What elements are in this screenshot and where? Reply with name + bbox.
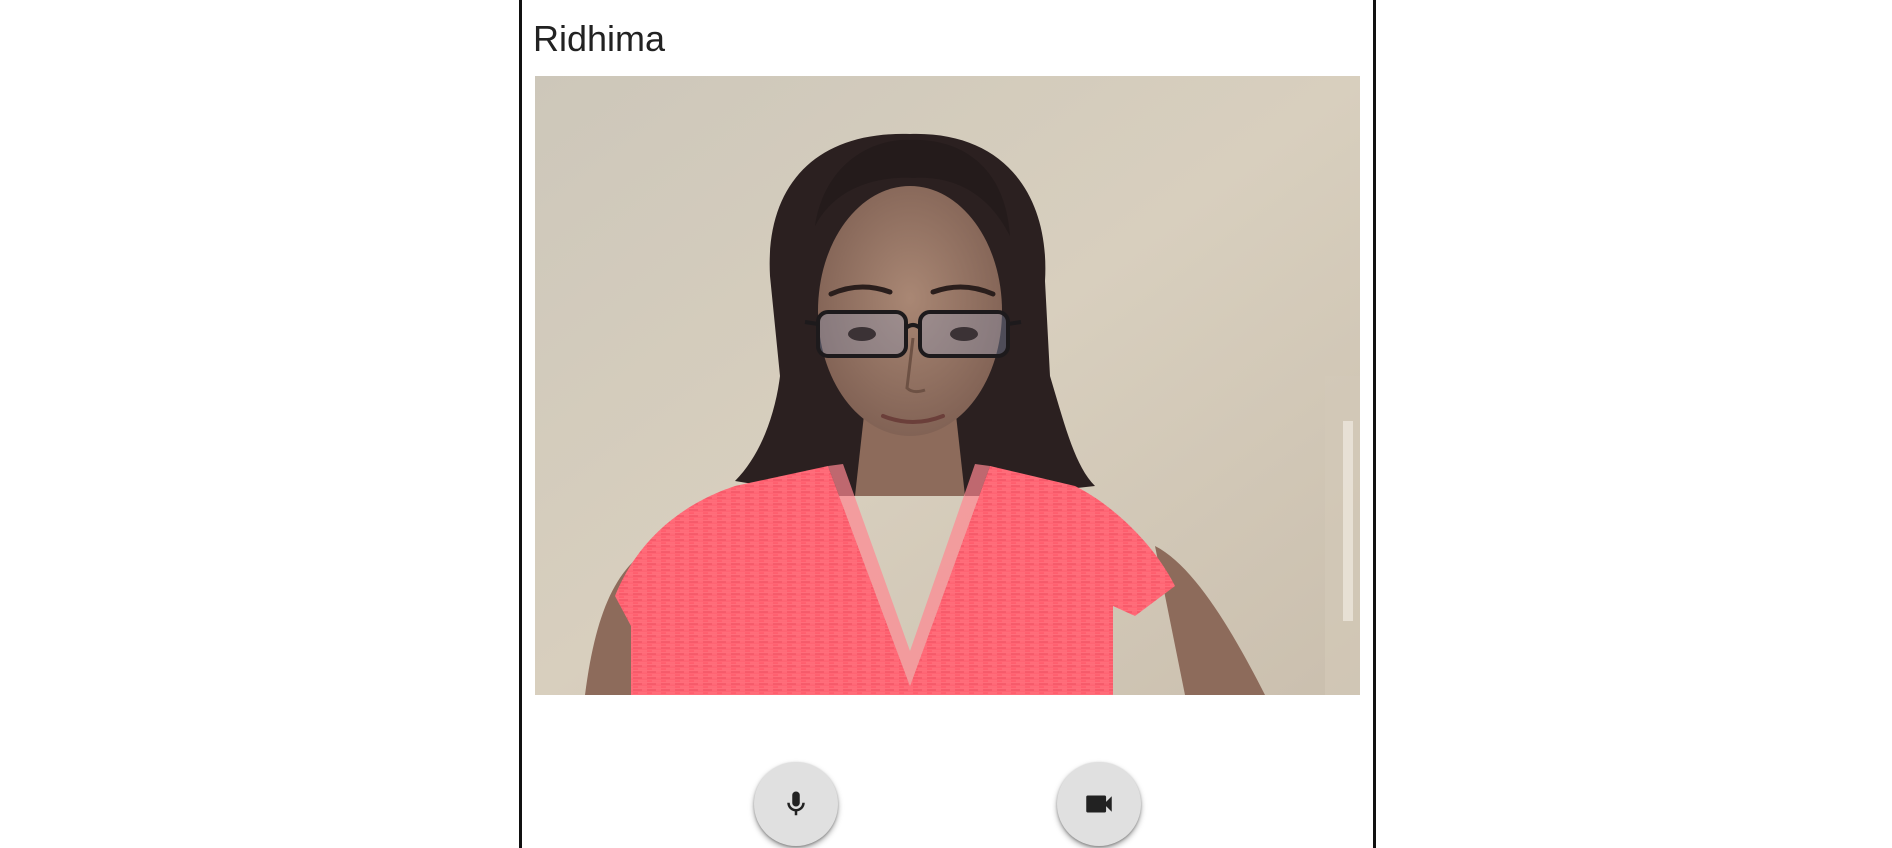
participant-video-feed [535,76,1360,695]
video-camera-icon [1082,787,1116,821]
video-call-screen: Ridhima [0,0,1892,848]
camera-toggle-button[interactable] [1057,762,1141,846]
webcam-image [535,76,1360,695]
microphone-icon [781,787,811,821]
microphone-toggle-button[interactable] [754,762,838,846]
participant-name: Ridhima [533,18,666,59]
